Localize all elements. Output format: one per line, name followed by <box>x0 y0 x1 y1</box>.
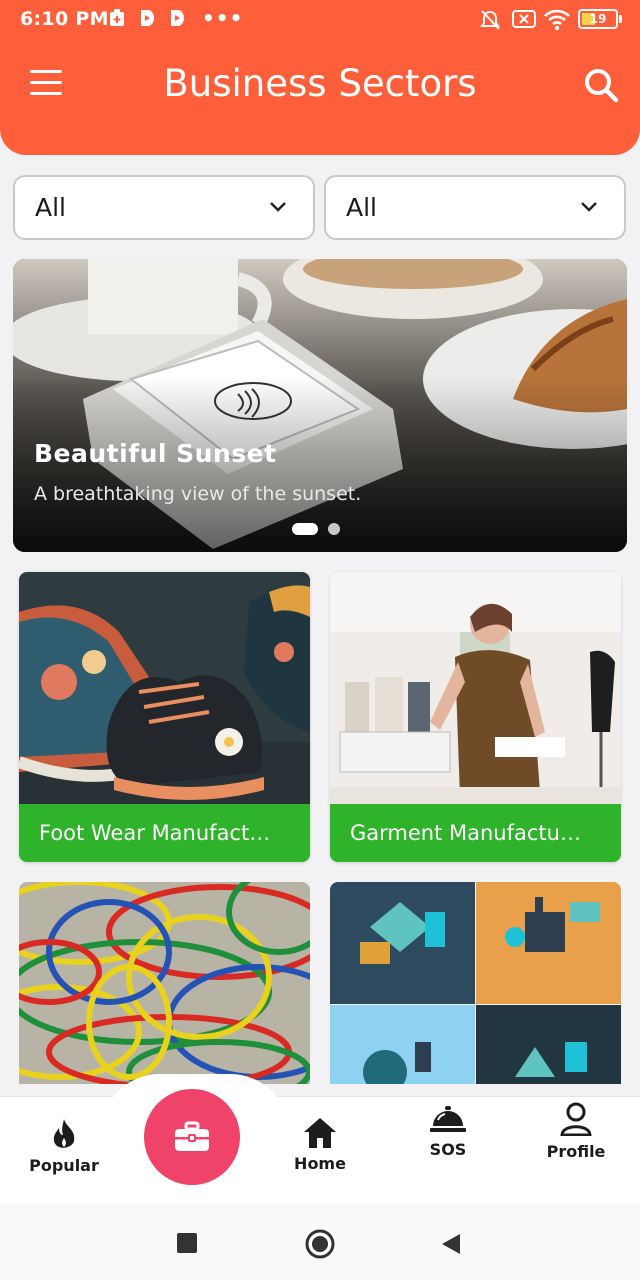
filter-dropdown-1[interactable]: All <box>13 175 315 240</box>
app-notification-icon <box>169 9 185 27</box>
nav-sos[interactable]: SOS <box>408 1104 488 1159</box>
banner-subtitle: A breathtaking view of the sunset. <box>34 483 362 505</box>
search-icon[interactable] <box>582 66 622 106</box>
status-bar: 6:10 PM ••• 19 <box>0 0 640 40</box>
wifi-icon <box>543 9 571 31</box>
back-icon[interactable] <box>440 1232 462 1256</box>
carousel-dot[interactable] <box>328 523 340 535</box>
page-title: Business Sectors <box>163 62 477 105</box>
battery-icon: 19 <box>578 9 622 29</box>
sector-card-waste[interactable] <box>330 882 621 1084</box>
battery-level: 19 <box>589 12 607 26</box>
system-navigation-bar <box>0 1204 640 1280</box>
briefcase-icon <box>175 1121 209 1151</box>
chevron-down-icon <box>270 202 286 212</box>
notification-icon <box>109 9 125 27</box>
sector-label: Garment Manufactu… <box>330 804 621 862</box>
mute-icon <box>479 9 501 31</box>
business-sectors-fab[interactable] <box>144 1089 240 1185</box>
nav-home-label: Home <box>294 1154 346 1173</box>
sim-off-icon <box>512 9 536 29</box>
profile-icon <box>560 1102 592 1136</box>
rubber-bands-image <box>19 882 310 1084</box>
banner-carousel[interactable]: Beautiful Sunset A breathtaking view of … <box>13 259 627 552</box>
recent-apps-icon[interactable] <box>176 1232 198 1254</box>
carousel-indicator <box>292 523 340 535</box>
app-notification-icon <box>139 9 155 27</box>
home-icon <box>304 1118 336 1148</box>
service-bell-icon <box>430 1106 466 1132</box>
footwear-image <box>19 572 310 804</box>
sector-label: Foot Wear Manufact… <box>19 804 310 862</box>
nav-profile[interactable]: Profile <box>536 1102 616 1161</box>
filter-dropdown-2[interactable]: All <box>324 175 626 240</box>
carousel-dot-active[interactable] <box>292 523 318 535</box>
garment-image <box>330 572 621 804</box>
banner-title: Beautiful Sunset <box>34 439 277 468</box>
app-header: 6:10 PM ••• 19 Business Sectors <box>0 0 640 155</box>
filter-value: All <box>346 193 377 222</box>
nav-popular-label: Popular <box>29 1156 99 1175</box>
status-time: 6:10 PM <box>20 8 109 30</box>
home-button-icon[interactable] <box>304 1228 336 1260</box>
filter-value: All <box>35 193 66 222</box>
banner-image <box>13 259 627 552</box>
nav-sos-label: SOS <box>429 1140 467 1159</box>
nav-popular[interactable]: Popular <box>22 1118 106 1175</box>
sector-card-garment[interactable]: Garment Manufactu… <box>330 572 621 862</box>
nav-home[interactable]: Home <box>280 1116 360 1173</box>
waste-management-image <box>330 882 621 1084</box>
more-notifications-icon: ••• <box>202 6 244 30</box>
fire-icon <box>53 1119 75 1148</box>
sector-card-rubber[interactable] <box>19 882 310 1084</box>
sector-card-footwear[interactable]: Foot Wear Manufact… <box>19 572 310 862</box>
chevron-down-icon <box>581 202 597 212</box>
nav-profile-label: Profile <box>546 1142 606 1161</box>
